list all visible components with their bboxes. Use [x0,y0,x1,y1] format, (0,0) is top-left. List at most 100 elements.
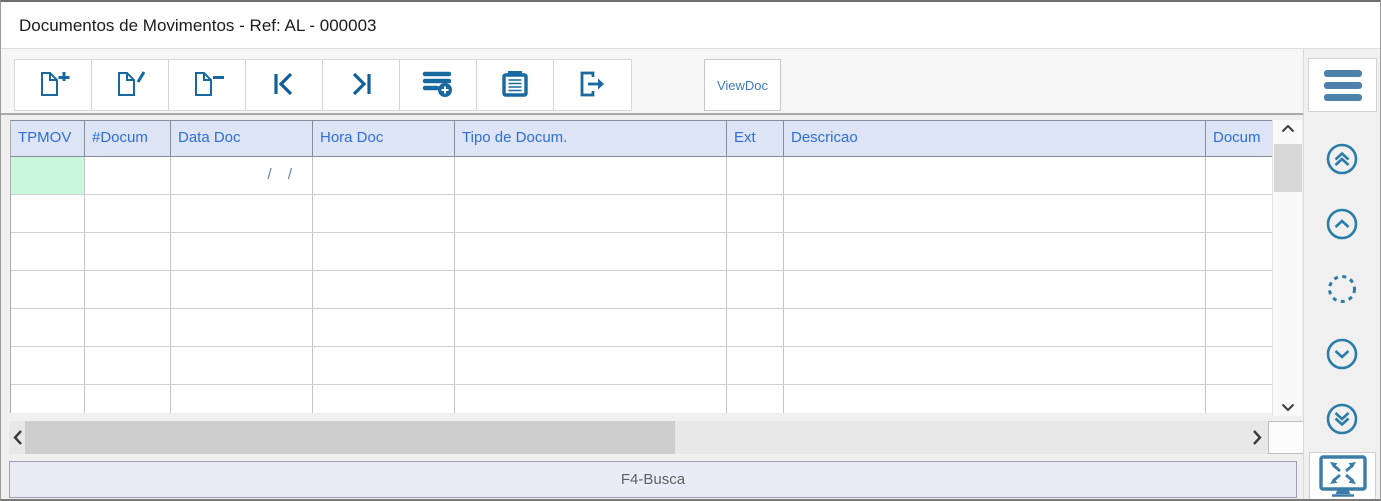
cell-tipo_docum-row2[interactable] [455,233,727,270]
cell-data_doc-row0[interactable]: / / [171,157,313,194]
cell-docum_num-row2[interactable] [85,233,171,270]
scrollbar-down-arrow-icon[interactable] [1273,396,1302,412]
column-header-ext[interactable]: Ext [727,121,784,156]
cell-tipo_docum-row0[interactable] [455,157,727,194]
scrollbar-left-arrow-icon[interactable] [12,429,23,451]
cell-data_doc-row3[interactable] [171,271,313,308]
cell-hora_doc-row3[interactable] [313,271,455,308]
scrollbar-up-arrow-icon[interactable] [1273,124,1302,140]
new-record-button[interactable] [15,60,92,110]
table-row [11,385,1272,413]
table-row [11,233,1272,271]
cell-data_doc-row5[interactable] [171,347,313,384]
cell-docum_num-row4[interactable] [85,309,171,346]
cell-ext-row1[interactable] [727,195,784,232]
column-header-tpmov[interactable]: TPMOV [11,121,85,156]
cell-descricao-row6[interactable] [784,385,1206,413]
cell-docum-row4[interactable] [1206,309,1272,346]
first-record-button[interactable] [246,60,323,110]
cell-hora_doc-row4[interactable] [313,309,455,346]
cell-ext-row3[interactable] [727,271,784,308]
column-header-docum_num[interactable]: #Docum [85,121,171,156]
cell-docum-row3[interactable] [1206,271,1272,308]
scroll-down-button[interactable] [1325,337,1359,371]
delete-record-button[interactable] [169,60,246,110]
cell-tipo_docum-row4[interactable] [455,309,727,346]
cell-ext-row5[interactable] [727,347,784,384]
cell-hora_doc-row1[interactable] [313,195,455,232]
scroll-bottom-button[interactable] [1325,402,1359,436]
add-line-button[interactable] [400,60,477,110]
chevron-up-circle-icon [1325,208,1359,244]
double-chevron-up-circle-icon [1325,143,1359,179]
cell-descricao-row4[interactable] [784,309,1206,346]
edit-record-button[interactable] [92,60,169,110]
column-header-tipo_docum[interactable]: Tipo de Docum. [455,121,727,156]
table-row [11,271,1272,309]
cell-descricao-row5[interactable] [784,347,1206,384]
cell-tpmov-row3[interactable] [11,271,85,308]
printer-icon [498,69,532,102]
horizontal-scrollbar-thumb[interactable] [25,421,675,454]
horizontal-scrollbar[interactable] [9,421,1268,454]
cell-data_doc-row1[interactable] [171,195,313,232]
print-button[interactable] [477,60,554,110]
cell-hora_doc-row2[interactable] [313,233,455,270]
cell-tipo_docum-row3[interactable] [455,271,727,308]
cell-docum-row5[interactable] [1206,347,1272,384]
side-panel [1304,115,1380,499]
cell-docum-row2[interactable] [1206,233,1272,270]
cell-hora_doc-row0[interactable] [313,157,455,194]
cell-ext-row6[interactable] [727,385,784,413]
cell-hora_doc-row6[interactable] [313,385,455,413]
column-header-data_doc[interactable]: Data Doc [171,121,313,156]
locate-record-button[interactable] [1325,272,1359,306]
cell-descricao-row0[interactable] [784,157,1206,194]
cell-docum-row1[interactable] [1206,195,1272,232]
cell-docum-row0[interactable] [1206,157,1272,194]
documents-grid: TPMOV #Docum Data Doc Hora Doc Tipo de Docum… [10,120,1272,413]
cell-tpmov-row1[interactable] [11,195,85,232]
cell-tipo_docum-row1[interactable] [455,195,727,232]
cell-data_doc-row2[interactable] [171,233,313,270]
vertical-scrollbar-thumb[interactable] [1274,144,1302,192]
cell-tpmov-row4[interactable] [11,309,85,346]
scroll-up-button[interactable] [1325,207,1359,241]
cell-docum-row6[interactable] [1206,385,1272,413]
column-header-descricao[interactable]: Descricao [784,121,1206,156]
cell-docum_num-row5[interactable] [85,347,171,384]
grid-header: TPMOV #Docum Data Doc Hora Doc Tipo de Docum… [11,120,1272,157]
cell-descricao-row1[interactable] [784,195,1206,232]
scroll-top-button[interactable] [1325,142,1359,176]
fullscreen-button[interactable] [1309,452,1376,499]
cell-tpmov-row6[interactable] [11,385,85,413]
viewdoc-button[interactable]: ViewDoc [704,59,781,111]
cell-tpmov-row2[interactable] [11,233,85,270]
cell-docum_num-row0[interactable] [85,157,171,194]
cell-tpmov-row0[interactable] [11,157,85,194]
cell-data_doc-row6[interactable] [171,385,313,413]
scrollbar-right-arrow-icon[interactable] [1252,429,1263,451]
column-header-hora_doc[interactable]: Hora Doc [313,121,455,156]
first-record-icon [270,71,298,100]
menu-button[interactable] [1308,58,1377,112]
cell-data_doc-row4[interactable] [171,309,313,346]
cell-descricao-row2[interactable] [784,233,1206,270]
cell-docum_num-row1[interactable] [85,195,171,232]
hamburger-menu-icon [1323,69,1362,77]
vertical-scrollbar[interactable] [1272,120,1302,416]
cell-tipo_docum-row5[interactable] [455,347,727,384]
cell-ext-row4[interactable] [727,309,784,346]
cell-ext-row0[interactable] [727,157,784,194]
cell-descricao-row3[interactable] [784,271,1206,308]
cell-ext-row2[interactable] [727,233,784,270]
cell-docum_num-row3[interactable] [85,271,171,308]
cell-tipo_docum-row6[interactable] [455,385,727,413]
column-header-docum[interactable]: Docum [1206,121,1272,156]
cell-docum_num-row6[interactable] [85,385,171,413]
cell-hora_doc-row5[interactable] [313,347,455,384]
exit-button[interactable] [554,60,631,110]
double-chevron-down-circle-icon [1325,403,1359,439]
cell-tpmov-row5[interactable] [11,347,85,384]
last-record-button[interactable] [323,60,400,110]
